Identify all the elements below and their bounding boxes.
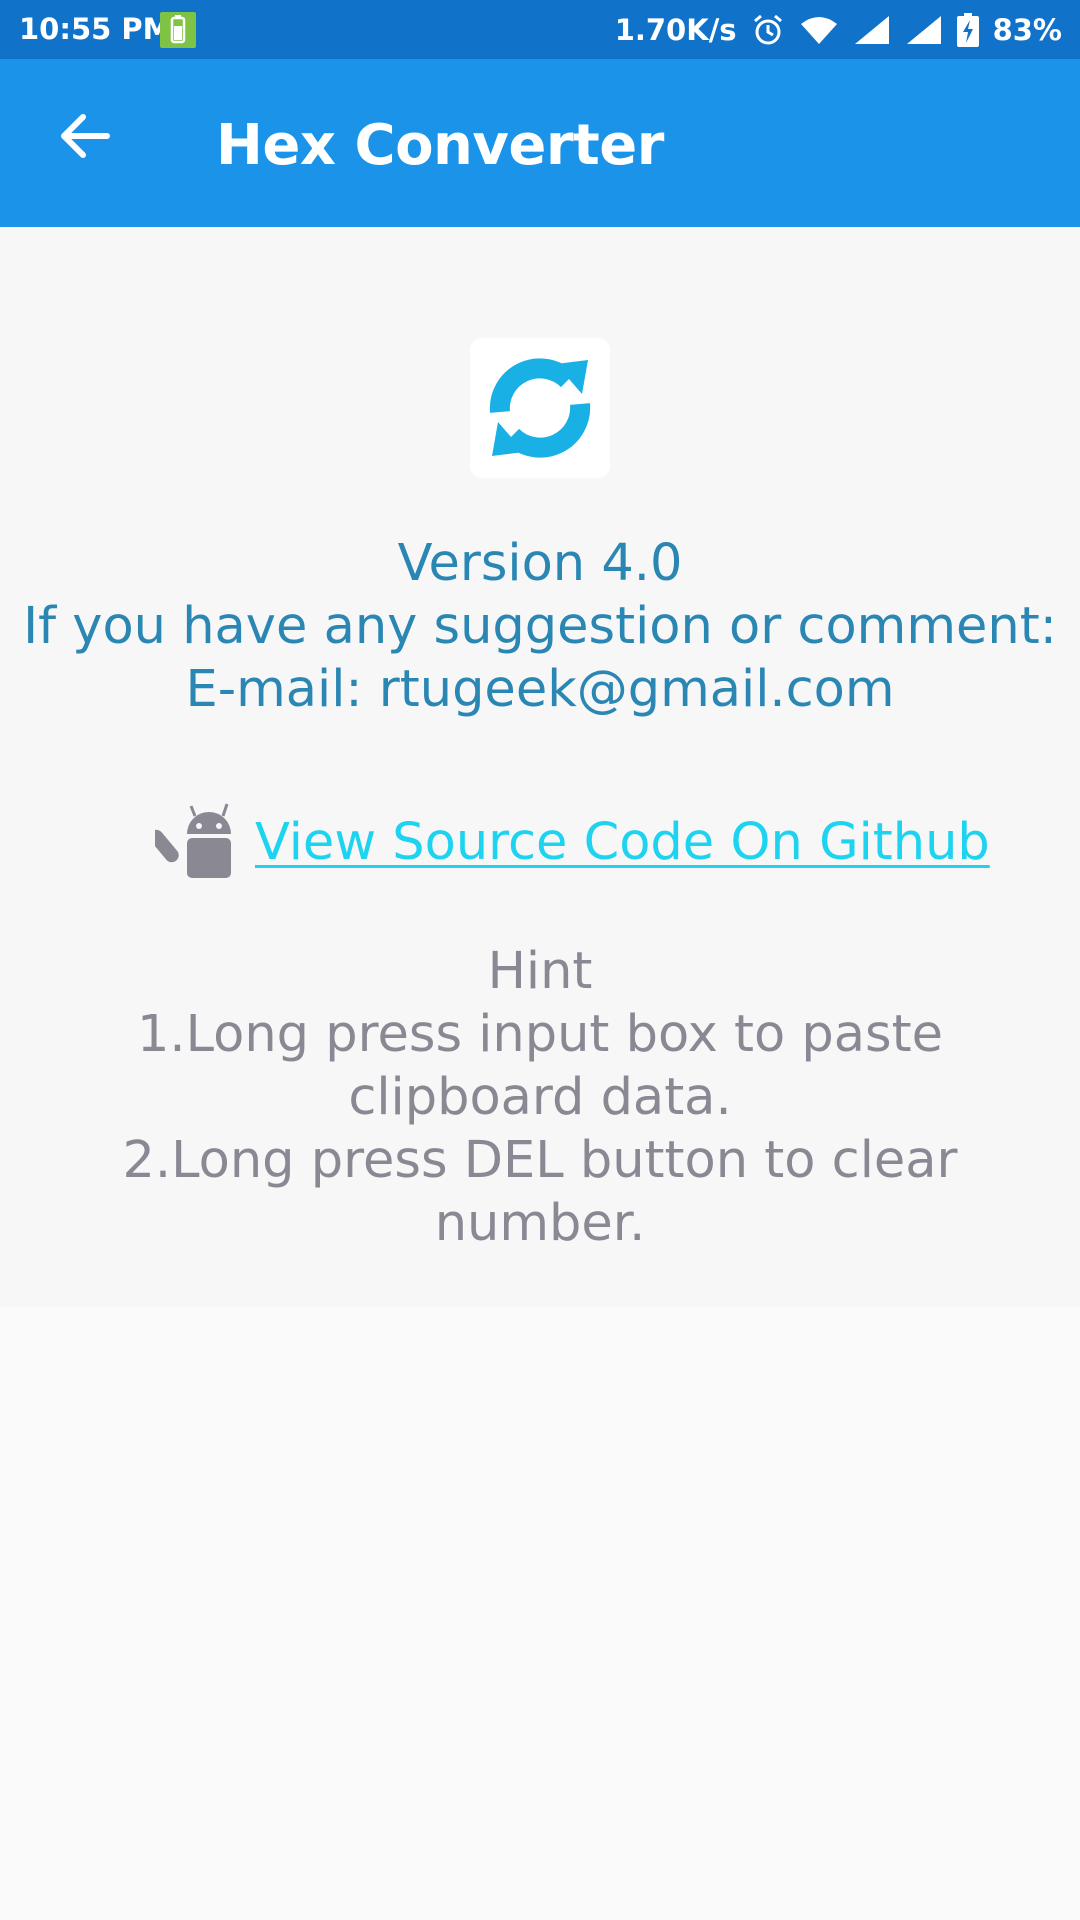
- back-button[interactable]: [40, 93, 130, 183]
- battery-percent: 83%: [992, 12, 1062, 47]
- version-text: Version 4.0: [397, 534, 683, 593]
- hint-line: clipboard data.: [348, 1068, 732, 1127]
- email-text: E-mail: rtugeek@gmail.com: [185, 660, 895, 719]
- signal-icon: [905, 14, 943, 46]
- arrow-left-icon: [59, 113, 111, 164]
- signal-icon: [853, 14, 891, 46]
- hint-line: 1.Long press input box to paste: [136, 1005, 943, 1064]
- screen: 10:55 PM 1.70K/s 83% Hex Converter Versi…: [0, 0, 1080, 1920]
- app-bar: Hex Converter: [0, 59, 1080, 227]
- hint-section: Hint 1.Long press input box to paste cli…: [0, 940, 1080, 1255]
- alarm-icon: [751, 13, 785, 47]
- app-title: Hex Converter: [216, 113, 664, 178]
- battery-charging-icon: [956, 12, 979, 47]
- status-time: 10:55 PM: [19, 12, 172, 46]
- github-link[interactable]: View Source Code On Github: [255, 813, 990, 872]
- suggestion-text: If you have any suggestion or comment:: [23, 597, 1057, 656]
- about-info: Version 4.0 If you have any suggestion o…: [0, 532, 1080, 721]
- hint-line: number.: [434, 1194, 646, 1253]
- refresh-arrows-icon: [470, 338, 610, 478]
- wifi-icon: [799, 14, 839, 46]
- android-icon: [155, 792, 255, 892]
- network-speed: 1.70K/s: [614, 12, 737, 47]
- hint-title: Hint: [487, 942, 593, 1001]
- status-right-group: 1.70K/s 83%: [615, 0, 1062, 59]
- github-row: View Source Code On Github: [155, 792, 990, 892]
- status-bar: 10:55 PM 1.70K/s 83%: [0, 0, 1080, 59]
- battery-saver-icon: [160, 12, 196, 48]
- about-content: Version 4.0 If you have any suggestion o…: [0, 227, 1080, 1307]
- hint-line: 2.Long press DEL button to clear: [122, 1131, 958, 1190]
